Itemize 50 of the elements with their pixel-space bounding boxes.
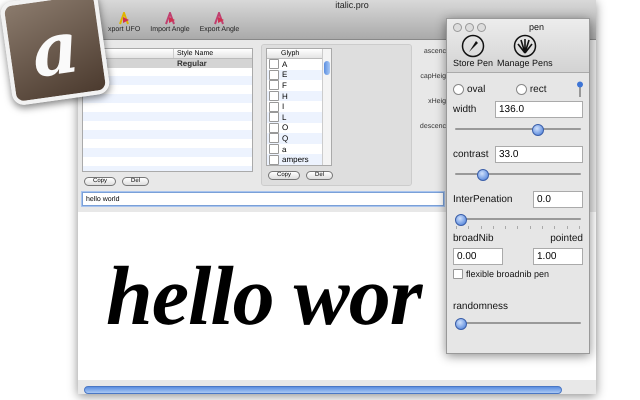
number-field[interactable]: 33.0 [495,146,583,163]
preview-text: hello wor [106,248,422,344]
glyph-name: A [282,60,288,69]
pens-icon [512,34,537,58]
window-title: italic.pro [335,0,369,10]
pin-icon[interactable] [577,81,583,97]
checkbox-option[interactable]: flexible broadnib pen [453,269,583,279]
checkbox[interactable] [269,80,279,90]
table-row[interactable]: Regular [107,59,252,68]
glyph-name: H [282,92,288,101]
panel-tool-button[interactable]: Manage Pens [497,34,553,68]
glyph-name: F [282,80,287,90]
radio-option[interactable]: rect [516,84,547,94]
glyph-name: Q [282,134,288,143]
panel-title: pen [529,22,544,32]
number-field[interactable]: 136.0 [495,101,583,118]
field-label: randomness [453,301,510,312]
glyph-name: L [282,112,286,122]
number-field[interactable]: 0.0 [533,191,583,208]
number-field[interactable]: 0.00 [453,248,503,265]
slider-thumb[interactable] [532,124,544,136]
number-field[interactable]: 1.00 [533,248,583,265]
slider-thumb[interactable] [455,318,467,330]
slider-thumb[interactable] [455,214,467,226]
checkbox[interactable] [269,122,279,133]
checkbox[interactable] [269,70,279,80]
checkbox[interactable] [269,133,279,144]
glyph-name: E [282,70,288,80]
slider-thumb[interactable] [477,169,490,181]
field-label: broadNib [453,233,494,244]
glyph-name: O [282,123,288,132]
scrollbar[interactable] [322,49,331,165]
checkbox[interactable] [269,112,279,122]
field-label: width [453,104,476,115]
checkbox[interactable] [269,102,279,112]
app-icon-letter: a [26,2,84,94]
glyph-name: ampers [282,155,309,164]
checkbox[interactable] [269,91,279,102]
scrollbar[interactable] [84,386,562,394]
field-label: contrast [453,149,489,160]
pen-nib-icon [461,34,486,58]
radio-option[interactable]: oval [453,84,486,94]
checkbox[interactable] [269,144,279,154]
glyph-name: a [282,144,286,154]
field-label: InterPenation [453,194,512,205]
checkbox[interactable] [269,154,279,165]
checkbox[interactable] [269,59,279,70]
panel-tool-button[interactable]: Store Pen [453,34,494,68]
glyph-name: I [282,102,284,112]
field-label: pointed [550,233,583,244]
